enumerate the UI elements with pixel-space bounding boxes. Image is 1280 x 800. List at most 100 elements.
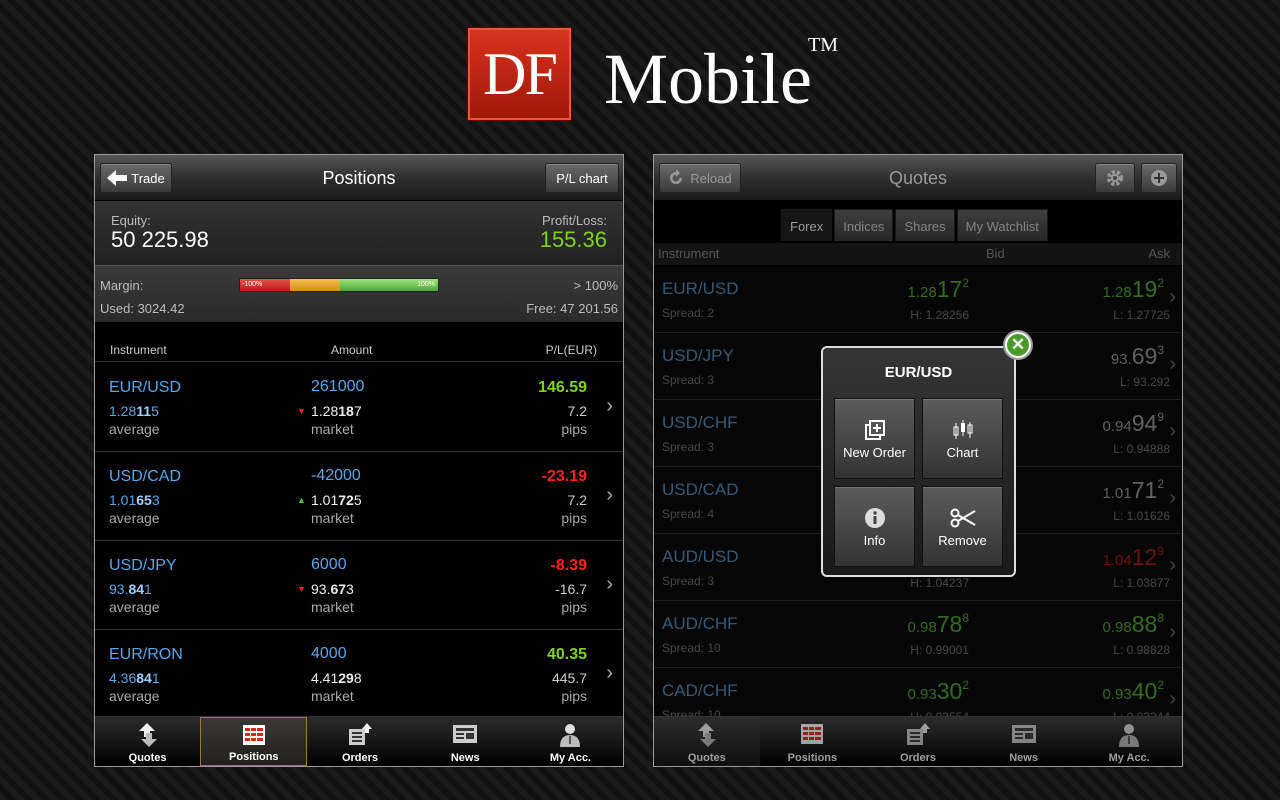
nav-news[interactable]: News	[971, 717, 1077, 766]
market-label: market	[311, 421, 354, 437]
pl-value: -8.39	[550, 557, 587, 574]
info-button[interactable]: Info	[834, 486, 915, 567]
settings-button[interactable]	[1095, 163, 1135, 193]
market-label: market	[311, 599, 354, 615]
position-row[interactable]: EUR/RON 4.36841 average 4000 4.41298 market 40…	[95, 630, 623, 719]
average-price: 4.36841	[109, 670, 160, 686]
mkt-price-pips: 18	[338, 403, 354, 419]
market-label: market	[311, 688, 354, 704]
position-row[interactable]: USD/JPY 93.841 average 6000 ▼ 93.673 market -8.…	[95, 541, 623, 630]
nav-positions[interactable]: Positions	[200, 717, 308, 766]
pips-value: -16.7	[555, 581, 587, 597]
nav-label: News	[450, 752, 480, 764]
market-label: market	[311, 510, 354, 526]
chart-button[interactable]: Chart	[922, 398, 1003, 479]
bottom-nav: Quotes Positions Orders News My Acc.	[654, 716, 1182, 766]
close-icon: ✕	[1007, 334, 1029, 356]
brand-name: Mobile	[604, 39, 812, 119]
mkt-price-prefix: 1.28	[311, 403, 339, 419]
margin-bar-orange	[290, 279, 340, 291]
nav-label: News	[1009, 752, 1038, 764]
instrument-name: EUR/RON	[109, 646, 183, 663]
nav-label: Quotes	[687, 752, 726, 764]
pl-value: -23.19	[541, 468, 587, 485]
mkt-price-pips: 29	[338, 670, 354, 686]
avg-price-suffix: 3	[151, 492, 160, 508]
page-title: Positions	[322, 168, 396, 188]
amount-value: 4000	[311, 645, 347, 662]
instrument-name: USD/JPY	[109, 557, 177, 574]
instrument-name: USD/CAD	[109, 468, 182, 485]
mkt-price-suffix: 5	[353, 492, 362, 508]
average-label: average	[109, 510, 160, 526]
remove-button[interactable]: Remove	[922, 486, 1003, 567]
popup-title: EUR/USD	[884, 364, 953, 381]
pips-label: pips	[561, 688, 587, 704]
avg-price-pips: 11	[136, 403, 152, 419]
amount-value: -42000	[311, 467, 361, 484]
position-row[interactable]: USD/CAD 1.01653 average -42000 ▲ 1.01725 marke…	[95, 452, 623, 541]
add-button[interactable]	[1141, 163, 1177, 193]
quotes-icon	[135, 723, 161, 747]
avg-price-prefix: 1.01	[109, 492, 137, 508]
avg-price-suffix: 1	[144, 581, 152, 597]
avg-price-pips: 84	[136, 670, 152, 686]
mkt-price-suffix: 8	[353, 670, 362, 686]
positions-icon	[799, 723, 825, 745]
nav-news[interactable]: News	[413, 717, 518, 766]
market-price: 1.28187	[311, 403, 362, 419]
account-icon	[557, 723, 583, 747]
bottom-nav: Quotes Positions Orders News My Acc.	[95, 716, 623, 766]
candlestick-chart-icon	[953, 420, 972, 439]
pips-label: pips	[561, 421, 587, 437]
positions-topbar: Trade Positions P/L chart	[95, 155, 623, 201]
trademark: TM	[808, 34, 838, 56]
new-order-label: New Order	[843, 445, 906, 460]
mkt-price-pips: 67	[330, 581, 347, 597]
info-label: Info	[863, 533, 886, 548]
nav-quotes[interactable]: Quotes	[95, 717, 200, 766]
nav-orders[interactable]: Orders	[865, 717, 971, 766]
popup-close-button[interactable]: ✕	[1003, 330, 1033, 360]
free-margin: Free: 47 201.56	[526, 301, 618, 316]
profit-value: 155.36	[539, 227, 607, 252]
arrow-up-icon: ▲	[297, 495, 306, 505]
average-price: 1.01653	[109, 492, 160, 508]
remove-label: Remove	[938, 533, 987, 548]
nav-orders[interactable]: Orders	[307, 717, 412, 766]
nav-quotes[interactable]: Quotes	[654, 717, 760, 766]
pips-value: 7.2	[567, 403, 587, 419]
new-order-button[interactable]: New Order	[834, 398, 915, 479]
average-label: average	[109, 599, 160, 615]
average-label: average	[109, 421, 160, 437]
quotes-icon	[694, 723, 720, 747]
mkt-price-prefix: 93.	[311, 581, 331, 597]
chevron-right-icon: ›	[606, 573, 613, 595]
position-row[interactable]: EUR/USD 1.28115 average 261000 ▼ 1.28187 marke…	[95, 363, 623, 452]
average-price: 1.28115	[109, 403, 159, 419]
mkt-price-suffix: 3	[346, 581, 354, 597]
amount-value: 6000	[311, 556, 347, 573]
margin-panel: Margin: > 100% Used: 3024.42 Free: 47 20…	[95, 265, 623, 322]
margin-bar-red: -100%	[240, 279, 290, 291]
nav-label: Positions	[787, 752, 838, 764]
nav-account[interactable]: My Acc.	[1076, 717, 1182, 766]
pl-value: 146.59	[538, 379, 587, 396]
margin-percent: > 100%	[573, 278, 618, 293]
news-icon	[452, 723, 478, 745]
new-order-icon	[864, 420, 885, 440]
news-icon	[1011, 723, 1037, 745]
pl-chart-button[interactable]: P/L chart	[545, 163, 619, 193]
equity-label: Equity:	[111, 213, 151, 228]
nav-account[interactable]: My Acc.	[518, 717, 623, 766]
gear-icon	[1107, 170, 1123, 186]
brand-logo: DF Mobile TM	[468, 28, 848, 120]
nav-positions[interactable]: Positions	[760, 717, 866, 766]
arrow-down-icon: ▼	[297, 584, 306, 594]
used-margin: Used: 3024.42	[100, 301, 185, 316]
chart-label: Chart	[946, 445, 979, 460]
avg-price-suffix: 1	[151, 670, 160, 686]
avg-price-suffix: 5	[151, 403, 159, 419]
amount-value: 261000	[311, 378, 365, 395]
average-price: 93.841	[109, 581, 152, 597]
